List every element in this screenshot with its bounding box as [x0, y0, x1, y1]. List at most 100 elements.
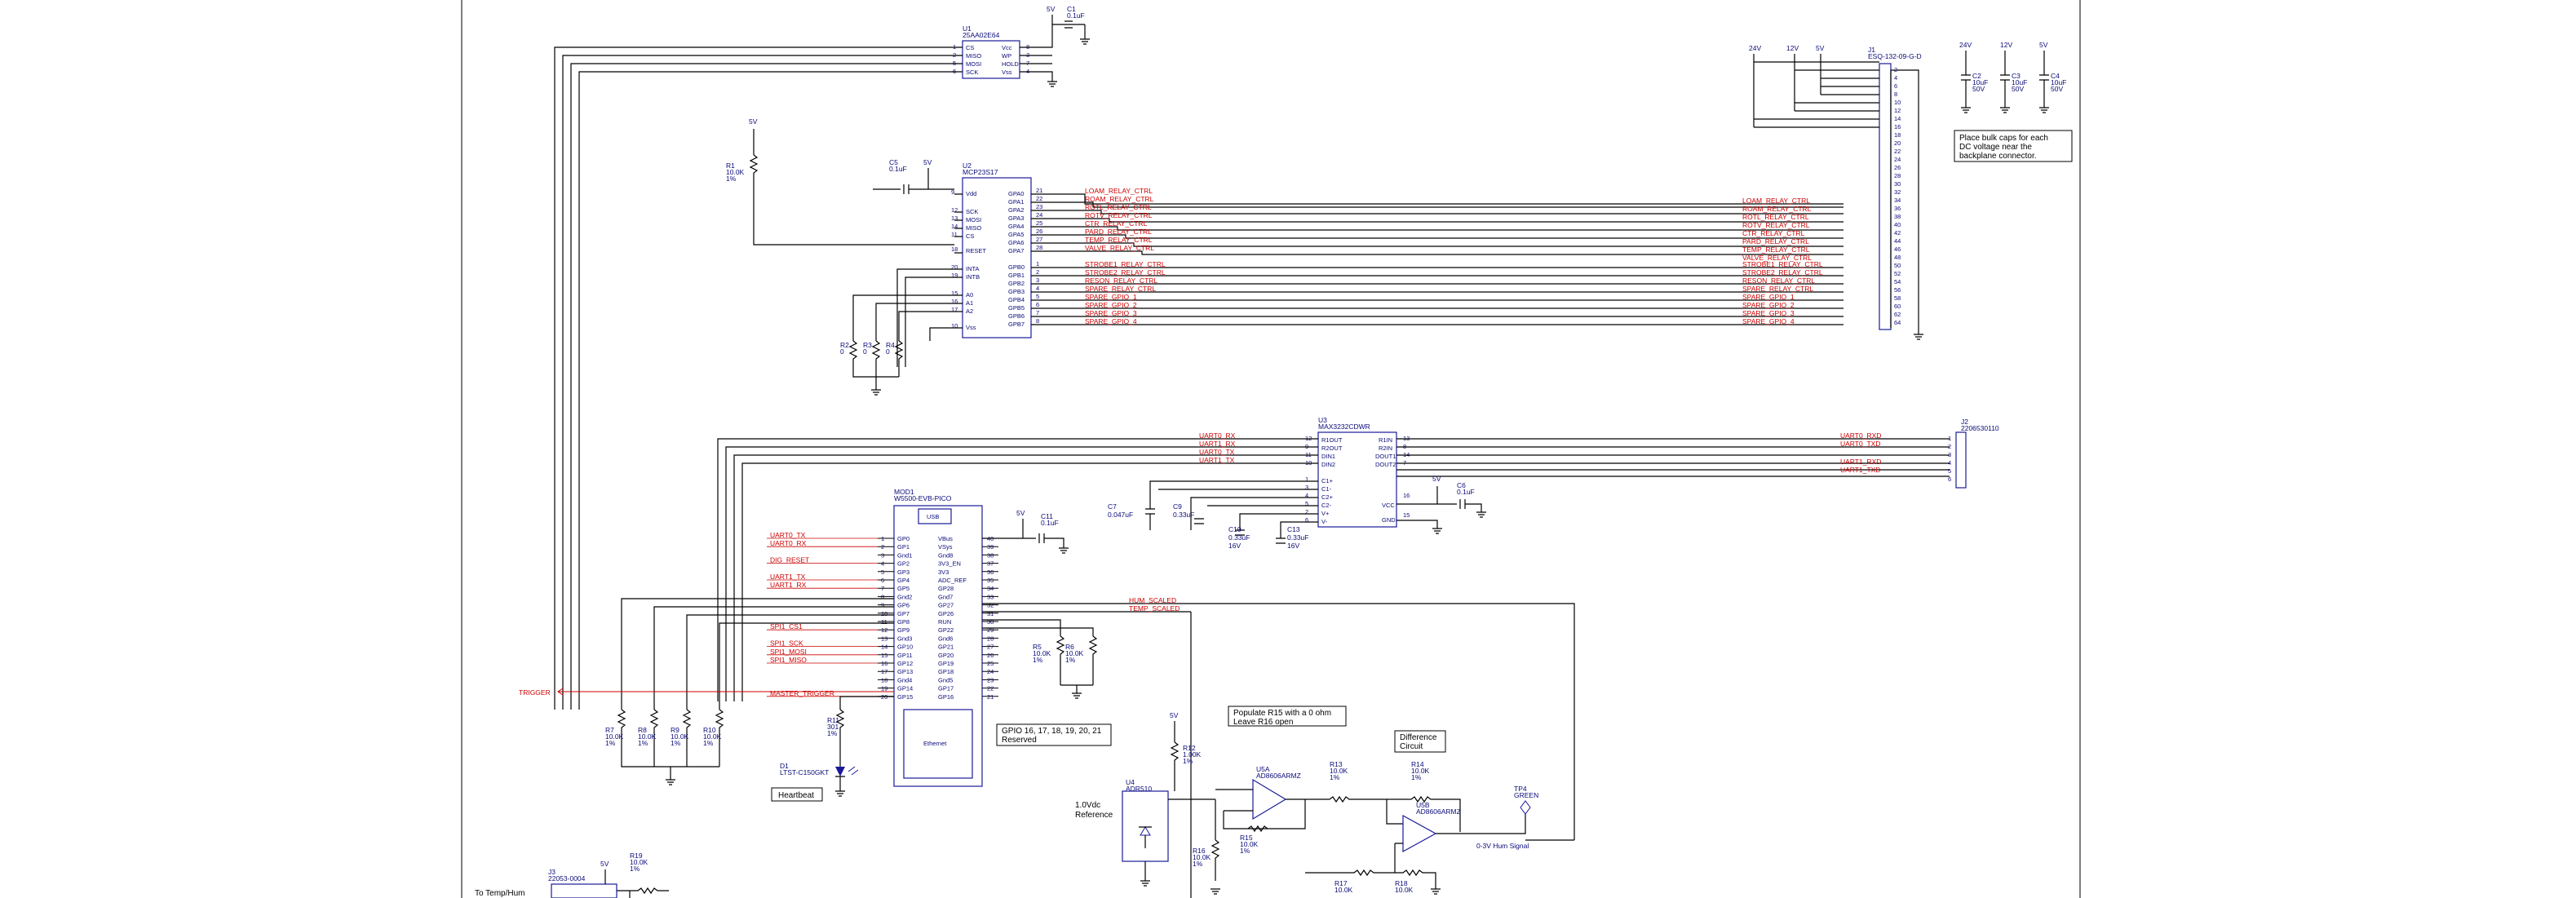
- svg-text:12V: 12V: [1786, 44, 1799, 52]
- svg-text:14: 14: [1894, 115, 1901, 122]
- svg-text:16: 16: [1894, 123, 1901, 130]
- svg-text:14: 14: [951, 223, 958, 230]
- svg-text:1%: 1%: [638, 739, 648, 747]
- svg-text:C7: C7: [1108, 502, 1117, 511]
- svg-text:2206530110: 2206530110: [1961, 424, 1999, 432]
- svg-text:0.33uF: 0.33uF: [1228, 533, 1250, 542]
- svg-text:Reserved: Reserved: [1002, 736, 1037, 745]
- svg-text:UART1_TXD: UART1_TXD: [1840, 466, 1880, 474]
- svg-text:SCK: SCK: [966, 69, 978, 76]
- svg-text:GPA4: GPA4: [1008, 223, 1024, 230]
- svg-text:15: 15: [1403, 511, 1410, 519]
- c5-capacitor: C5 0.1uF 5V: [873, 158, 954, 194]
- svg-text:9: 9: [951, 188, 954, 196]
- mod1-right-pin-label: GP26: [938, 610, 954, 617]
- svg-text:21: 21: [1036, 187, 1042, 194]
- svg-text:5: 5: [1305, 500, 1308, 507]
- svg-text:12: 12: [951, 206, 958, 214]
- svg-text:MOSI: MOSI: [966, 216, 981, 223]
- svg-text:CS: CS: [966, 232, 974, 240]
- svg-text:GPA3: GPA3: [1008, 215, 1024, 222]
- svg-text:DOUT1: DOUT1: [1375, 453, 1396, 460]
- svg-text:27: 27: [1036, 236, 1042, 243]
- svg-text:4: 4: [1036, 285, 1039, 292]
- svg-text:56: 56: [1894, 286, 1901, 294]
- mod1-left-pin-label: GP10: [897, 644, 913, 651]
- r12-resistor: 5V R12 1.00K 1%: [1170, 711, 1202, 791]
- svg-text:3: 3: [1948, 451, 1951, 458]
- svg-text:Heartbeat: Heartbeat: [778, 791, 814, 800]
- svg-text:UART0_RXD: UART0_RXD: [1840, 431, 1881, 440]
- mod1-right-pin-label: GP17: [938, 685, 954, 692]
- mod1-left-net-label: SPI1_MISO: [770, 656, 807, 664]
- svg-text:60: 60: [1894, 303, 1901, 310]
- svg-text:1%: 1%: [827, 729, 838, 737]
- svg-text:12V: 12V: [2000, 41, 2012, 49]
- svg-text:PARD_RELAY_CTRL: PARD_RELAY_CTRL: [1085, 228, 1152, 236]
- svg-text:48: 48: [1894, 254, 1901, 261]
- mod1-right-pin-label: GP21: [938, 644, 954, 651]
- svg-text:SCK: SCK: [966, 208, 978, 215]
- svg-text:52: 52: [1894, 270, 1901, 277]
- mod1-left-pin-label: GP15: [897, 693, 913, 701]
- svg-text:Circuit: Circuit: [1400, 742, 1423, 751]
- mod1-left-net-label: UART1_TX: [770, 573, 806, 581]
- svg-text:8: 8: [1894, 91, 1897, 98]
- svg-text:0.1uF: 0.1uF: [1067, 11, 1085, 20]
- svg-text:20: 20: [951, 263, 958, 271]
- svg-text:CS: CS: [966, 44, 974, 51]
- svg-text:STROBE1_RELAY_CTRL: STROBE1_RELAY_CTRL: [1085, 260, 1166, 268]
- svg-text:INTA: INTA: [966, 265, 980, 272]
- svg-text:LOAM_RELAY_CTRL: LOAM_RELAY_CTRL: [1085, 187, 1153, 195]
- svg-text:6: 6: [1948, 476, 1951, 483]
- svg-text:MCP23S17: MCP23S17: [963, 168, 998, 176]
- mod1-right-pin-label: GP19: [938, 660, 954, 667]
- svg-text:SPARE_RELAY_CTRL: SPARE_RELAY_CTRL: [1085, 285, 1156, 293]
- svg-text:5V: 5V: [1016, 509, 1025, 517]
- svg-text:1%: 1%: [1330, 773, 1340, 781]
- svg-text:50: 50: [1894, 262, 1901, 269]
- mod1-right-pin-label: GP28: [938, 585, 954, 592]
- svg-text:C2+: C2+: [1321, 493, 1334, 501]
- svg-text:To Temp/Hum: To Temp/Hum: [475, 889, 525, 898]
- svg-text:28: 28: [1894, 172, 1901, 179]
- svg-text:22: 22: [1036, 195, 1042, 202]
- svg-text:32: 32: [1894, 188, 1901, 196]
- svg-text:7: 7: [1036, 309, 1039, 316]
- svg-text:ROTV_RELAY_CTRL: ROTV_RELAY_CTRL: [1085, 211, 1153, 219]
- svg-text:1%: 1%: [630, 865, 640, 873]
- u3-rs232-transceiver: U3 MAX3232CDWR R1OUT R2OUT DIN1 DIN2 C1+…: [1305, 416, 1410, 528]
- svg-text:0: 0: [886, 347, 890, 356]
- svg-text:C1+: C1+: [1321, 477, 1334, 484]
- svg-text:SPARE_RELAY_CTRL: SPARE_RELAY_CTRL: [1742, 285, 1813, 293]
- svg-text:62: 62: [1894, 311, 1901, 318]
- svg-text:C10: C10: [1228, 525, 1242, 533]
- svg-text:64: 64: [1894, 319, 1901, 326]
- mod1-left-pin-label: Gnd4: [897, 676, 912, 683]
- r1-resistor: 5V R1 10.0K 1%: [726, 117, 954, 246]
- svg-text:38: 38: [1894, 213, 1901, 220]
- svg-text:50V: 50V: [1972, 85, 1985, 93]
- svg-text:5: 5: [1036, 293, 1039, 300]
- svg-text:6: 6: [1894, 82, 1897, 90]
- mod1-right-pin-label: GP20: [938, 652, 954, 659]
- svg-text:46: 46: [1894, 246, 1901, 253]
- svg-text:R1IN: R1IN: [1379, 436, 1392, 444]
- svg-text:CTR_RELAY_CTRL: CTR_RELAY_CTRL: [1742, 229, 1805, 237]
- svg-text:26: 26: [1036, 228, 1042, 235]
- svg-text:UART0_RX: UART0_RX: [1199, 431, 1236, 440]
- svg-text:R1OUT: R1OUT: [1321, 436, 1343, 444]
- svg-text:LTST-C150GKT: LTST-C150GKT: [780, 768, 829, 776]
- note-difference-circuit: Difference Circuit: [1394, 730, 1446, 753]
- svg-text:GPB4: GPB4: [1008, 296, 1025, 303]
- svg-text:SPARE_GPIO_4: SPARE_GPIO_4: [1742, 317, 1795, 325]
- svg-text:0: 0: [840, 347, 844, 356]
- svg-text:13: 13: [951, 215, 958, 222]
- svg-text:24: 24: [1894, 156, 1901, 163]
- svg-text:TEMP_RELAY_CTRL: TEMP_RELAY_CTRL: [1742, 246, 1810, 254]
- svg-text:ROTL_RELAY_CTRL: ROTL_RELAY_CTRL: [1742, 213, 1809, 221]
- j2-serial-connector: J2 2206530110 1 2 3 4 5 6: [1948, 418, 1999, 489]
- svg-text:10.0K: 10.0K: [1334, 886, 1353, 894]
- svg-text:LOAM_RELAY_CTRL: LOAM_RELAY_CTRL: [1742, 197, 1810, 205]
- svg-text:A1: A1: [966, 299, 973, 307]
